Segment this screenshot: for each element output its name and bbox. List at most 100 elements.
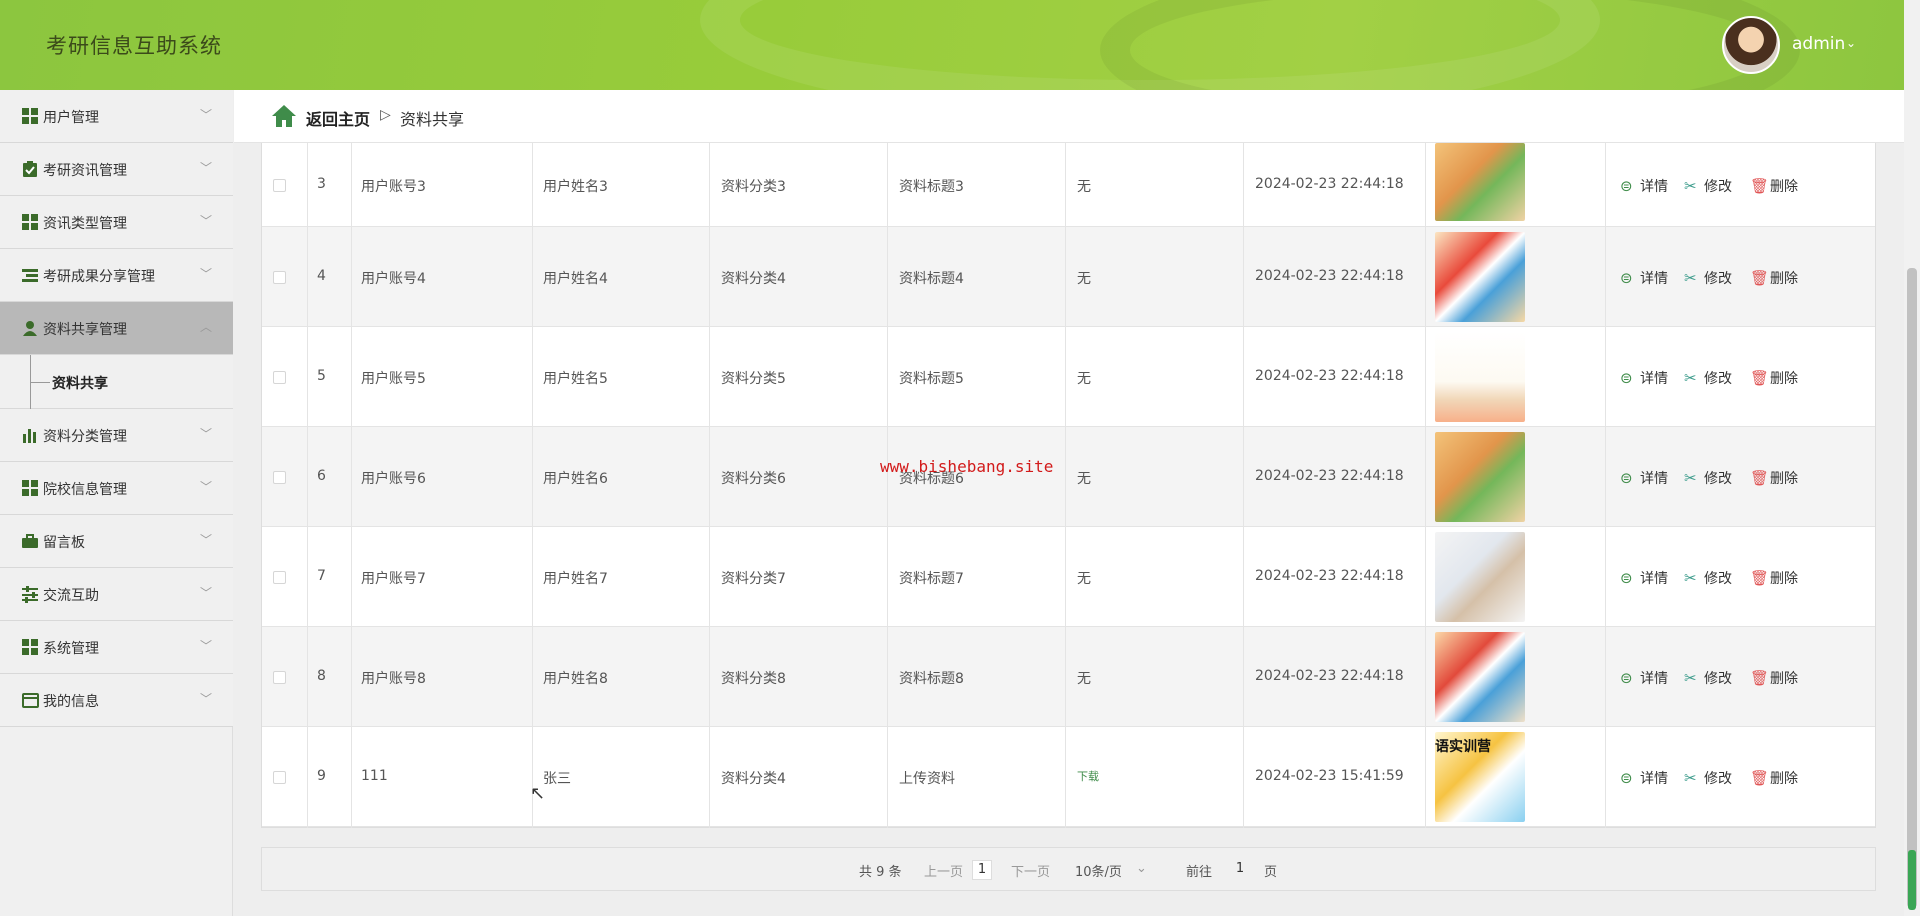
view-detail-button[interactable]: ⊜ 详情 [1620,768,1668,788]
table-column-divider [307,143,308,828]
time-cell: 2024-02-23 22:44:18 [1255,568,1404,584]
user-name-cell: 张三 [543,771,571,787]
delete-button[interactable]: 🗑删除 [1750,768,1798,788]
file-cell: 无 [1077,271,1091,287]
scrollbar-thumb[interactable] [1907,268,1917,908]
sidebar-item-label: 资料共享管理 [43,322,127,338]
table-column-divider [1243,143,1244,828]
file-cell: 无 [1077,671,1091,687]
edit-button[interactable]: ✂ 修改 [1684,668,1732,688]
material-thumbnail[interactable] [1435,332,1525,422]
view-detail-button[interactable]: ⊜ 详情 [1620,176,1668,196]
watermark: www.bishebang.site [880,457,1054,476]
edit-button[interactable]: ✂ 修改 [1684,368,1732,388]
view-detail-button[interactable]: ⊜ 详情 [1620,368,1668,388]
user-account-cell: 用户账号5 [361,371,426,387]
sidebar-item-label: 我的信息 [43,694,99,710]
row-checkbox[interactable] [273,671,286,684]
title-cell: 资料标题4 [899,271,964,287]
edit-button[interactable]: ✂ 修改 [1684,176,1732,196]
material-thumbnail[interactable]: 语实训营 [1435,732,1525,822]
top-header: 考研信息互助系统 admin ⌄ [0,0,1904,90]
row-index: 6 [317,468,326,484]
detail-icon: ⊜ [1620,269,1633,287]
page-size-select[interactable]: 10条/页 [1075,861,1122,880]
view-detail-button[interactable]: ⊜ 详情 [1620,468,1668,488]
edit-button[interactable]: ✂ 修改 [1684,768,1732,788]
delete-button[interactable]: 🗑删除 [1750,268,1798,288]
delete-button[interactable]: 🗑删除 [1750,668,1798,688]
view-detail-button[interactable]: ⊜ 详情 [1620,668,1668,688]
delete-button[interactable]: 🗑删除 [1750,568,1798,588]
file-cell: 无 [1077,471,1091,487]
delete-button[interactable]: 🗑删除 [1750,368,1798,388]
table-row: 5 用户账号5 用户姓名5 资料分类5 资料标题5 无 2024-02-23 22:44:1… [262,327,1875,427]
sidebar-subitem-material[interactable]: 资料共享 [0,355,233,409]
material-thumbnail[interactable] [1435,632,1525,722]
material-thumbnail[interactable] [1435,432,1525,522]
category-cell: 资料分类6 [721,471,786,487]
row-checkbox[interactable] [273,371,286,384]
sidebar-item-exchange[interactable]: 交流互助 ﹀ [0,568,233,621]
delete-button[interactable]: 🗑删除 [1750,176,1798,196]
edit-button-label: 修改 [1704,571,1732,587]
view-detail-button[interactable]: ⊜ 详情 [1620,568,1668,588]
time-cell: 2024-02-23 22:44:18 [1255,268,1404,284]
mouse-cursor-icon: ↖ [530,783,546,804]
delete-button[interactable]: 🗑删除 [1750,468,1798,488]
breadcrumb-separator: ▷ [380,107,391,123]
view-detail-button-label: 详情 [1640,471,1668,487]
sliders-icon [22,586,39,603]
row-checkbox[interactable] [273,571,286,584]
sidebar-item-label: 系统管理 [43,641,99,657]
chevron-down-icon[interactable]: ⌄ [1136,861,1147,876]
home-icon[interactable] [271,104,297,128]
edit-button[interactable]: ✂ 修改 [1684,268,1732,288]
breadcrumb-home-link[interactable]: 返回主页 [306,106,370,130]
row-checkbox[interactable] [273,771,286,784]
trash-icon: 🗑 [1750,269,1770,287]
sidebar-item-system[interactable]: 系统管理 ﹀ [0,621,233,674]
view-detail-button-label: 详情 [1640,371,1668,387]
sidebar-item-news-type[interactable]: 资讯类型管理 ﹀ [0,196,233,249]
trash-icon: 🗑 [1750,177,1770,195]
sidebar-item-label: 考研成果分享管理 [43,269,155,285]
avatar[interactable] [1722,16,1780,74]
current-page[interactable]: 1 [972,860,992,880]
sidebar-item-label: 资讯类型管理 [43,216,127,232]
sidebar-item-achievement[interactable]: 考研成果分享管理 ﹀ [0,249,233,302]
next-page-button[interactable]: 下一页 [1011,861,1050,880]
material-thumbnail[interactable] [1435,232,1525,322]
material-thumbnail[interactable] [1435,532,1525,622]
sidebar-item-material-category[interactable]: 资料分类管理 ﹀ [0,409,233,462]
chevron-down-icon[interactable]: ⌄ [1846,36,1856,50]
file-cell[interactable]: 下载 [1077,768,1099,784]
user-icon [22,320,39,337]
edit-button-label: 修改 [1704,471,1732,487]
title-cell: 资料标题5 [899,371,964,387]
sidebar-item-users[interactable]: 用户管理 ﹀ [0,90,233,143]
table-row: 9 111 张三 资料分类4 上传资料 下载 2024-02-23 15:41:59 语实训营… [262,727,1875,827]
sidebar-subitem-label: 资料共享 [52,376,108,392]
sidebar-item-message-board[interactable]: 留言板 ﹀ [0,515,233,568]
row-checkbox[interactable] [273,179,286,192]
edit-button[interactable]: ✂ 修改 [1684,468,1732,488]
sidebar-item-material-share[interactable]: 资料共享管理 ︿ [0,302,233,355]
sidebar-item-my-info[interactable]: 我的信息 ﹀ [0,674,233,727]
card-icon [22,692,39,709]
material-thumbnail[interactable] [1435,143,1525,221]
edit-button[interactable]: ✂ 修改 [1684,568,1732,588]
sidebar-item-news[interactable]: 考研资讯管理 ﹀ [0,143,233,196]
goto-input[interactable]: 1 [1220,860,1260,880]
user-menu[interactable]: admin [1792,34,1845,54]
row-checkbox[interactable] [273,471,286,484]
time-cell: 2024-02-23 22:44:18 [1255,668,1404,684]
time-cell: 2024-02-23 22:44:18 [1255,176,1404,192]
row-checkbox[interactable] [273,271,286,284]
row-index: 7 [317,568,326,584]
prev-page-button[interactable]: 上一页 [924,861,963,880]
view-detail-button[interactable]: ⊜ 详情 [1620,268,1668,288]
sidebar-item-school[interactable]: 院校信息管理 ﹀ [0,462,233,515]
detail-icon: ⊜ [1620,669,1633,687]
detail-icon: ⊜ [1620,469,1633,487]
